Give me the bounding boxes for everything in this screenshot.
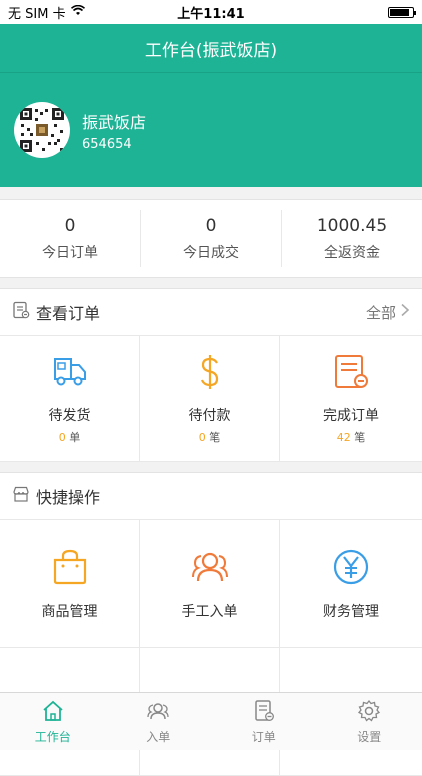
count-unit: 笔 — [209, 431, 220, 444]
orders-section-header[interactable]: 查看订单 全部 — [0, 289, 422, 336]
carrier-text: 无 SIM 卡 — [8, 3, 66, 22]
stat-label: 今日成交 — [183, 242, 239, 262]
wifi-icon — [71, 5, 85, 20]
chevron-right-icon — [400, 303, 410, 321]
nav-bar: 工作台(振武饭店) — [0, 24, 422, 73]
battery-icon — [388, 7, 414, 18]
tab-entry[interactable]: 入单 — [106, 693, 212, 750]
stat-value: 0 — [65, 216, 76, 236]
count-value: 42 — [337, 431, 351, 444]
order-cell-count: 0 笔 — [199, 429, 221, 445]
home-icon — [41, 699, 65, 726]
view-all-orders-link[interactable]: 全部 — [366, 302, 410, 323]
view-all-label: 全部 — [366, 302, 396, 323]
order-completed[interactable]: 完成订单 42 笔 — [280, 336, 422, 462]
order-cell-label: 待发货 — [49, 405, 91, 425]
dollar-icon — [191, 353, 229, 395]
quick-finance-management[interactable]: 财务管理 — [280, 520, 422, 648]
quick-product-management[interactable]: 商品管理 — [0, 520, 140, 648]
section-title: 查看订单 — [36, 300, 100, 324]
profile-header[interactable]: 振武饭店 654654 — [0, 73, 422, 187]
shop-icon — [12, 485, 30, 507]
tab-label: 设置 — [357, 728, 381, 745]
tab-bar: 工作台 入单 订单 设置 — [0, 692, 422, 750]
store-id: 654654 — [82, 137, 146, 152]
stat-label: 今日订单 — [42, 242, 98, 262]
count-value: 0 — [59, 431, 66, 444]
truck-icon — [51, 353, 89, 395]
shopping-bag-icon — [50, 547, 90, 591]
stat-value: 0 — [206, 216, 217, 236]
users-icon — [146, 699, 170, 726]
tab-label: 入单 — [146, 728, 170, 745]
quick-manual-entry[interactable]: 手工入单 — [140, 520, 280, 648]
quick-action-label: 财务管理 — [323, 601, 379, 621]
status-bar: 无 SIM 卡 上午11:41 — [0, 0, 422, 24]
gear-icon — [357, 699, 381, 726]
tab-settings[interactable]: 设置 — [317, 693, 422, 750]
qr-code-avatar[interactable] — [14, 102, 70, 158]
page-title: 工作台(振武饭店) — [145, 36, 277, 61]
stat-label: 全返资金 — [324, 242, 380, 262]
stat-rebate-funds[interactable]: 1000.45 全返资金 — [282, 210, 422, 267]
store-name: 振武饭店 — [82, 109, 146, 133]
order-list-icon — [252, 699, 276, 726]
count-value: 0 — [199, 431, 206, 444]
section-title: 快捷操作 — [36, 484, 100, 508]
quick-action-label: 手工入单 — [182, 601, 238, 621]
orders-section: 查看订单 全部 待发货 0 单 待付款 0 笔 完成订单 — [0, 288, 422, 462]
count-unit: 笔 — [354, 431, 365, 444]
count-unit: 单 — [69, 431, 80, 444]
order-cell-count: 0 单 — [59, 429, 81, 445]
stat-value: 1000.45 — [317, 216, 387, 236]
tab-label: 工作台 — [35, 728, 71, 745]
order-list-icon — [12, 301, 30, 323]
order-pending-payment[interactable]: 待付款 0 笔 — [140, 336, 280, 462]
tab-workbench[interactable]: 工作台 — [0, 693, 106, 750]
quick-action-label: 商品管理 — [42, 601, 98, 621]
stats-panel: 0 今日订单 0 今日成交 1000.45 全返资金 — [0, 199, 422, 278]
completed-order-icon — [332, 353, 370, 395]
order-pending-shipment[interactable]: 待发货 0 单 — [0, 336, 140, 462]
order-cell-label: 待付款 — [189, 405, 231, 425]
stat-today-deals[interactable]: 0 今日成交 — [141, 210, 282, 267]
users-icon — [190, 547, 230, 591]
tab-orders[interactable]: 订单 — [211, 693, 317, 750]
stat-today-orders[interactable]: 0 今日订单 — [0, 210, 141, 267]
tab-label: 订单 — [252, 728, 276, 745]
yen-circle-icon — [331, 547, 371, 591]
quick-section-header: 快捷操作 — [0, 473, 422, 520]
order-cell-label: 完成订单 — [323, 405, 379, 425]
order-cell-count: 42 笔 — [337, 429, 366, 445]
